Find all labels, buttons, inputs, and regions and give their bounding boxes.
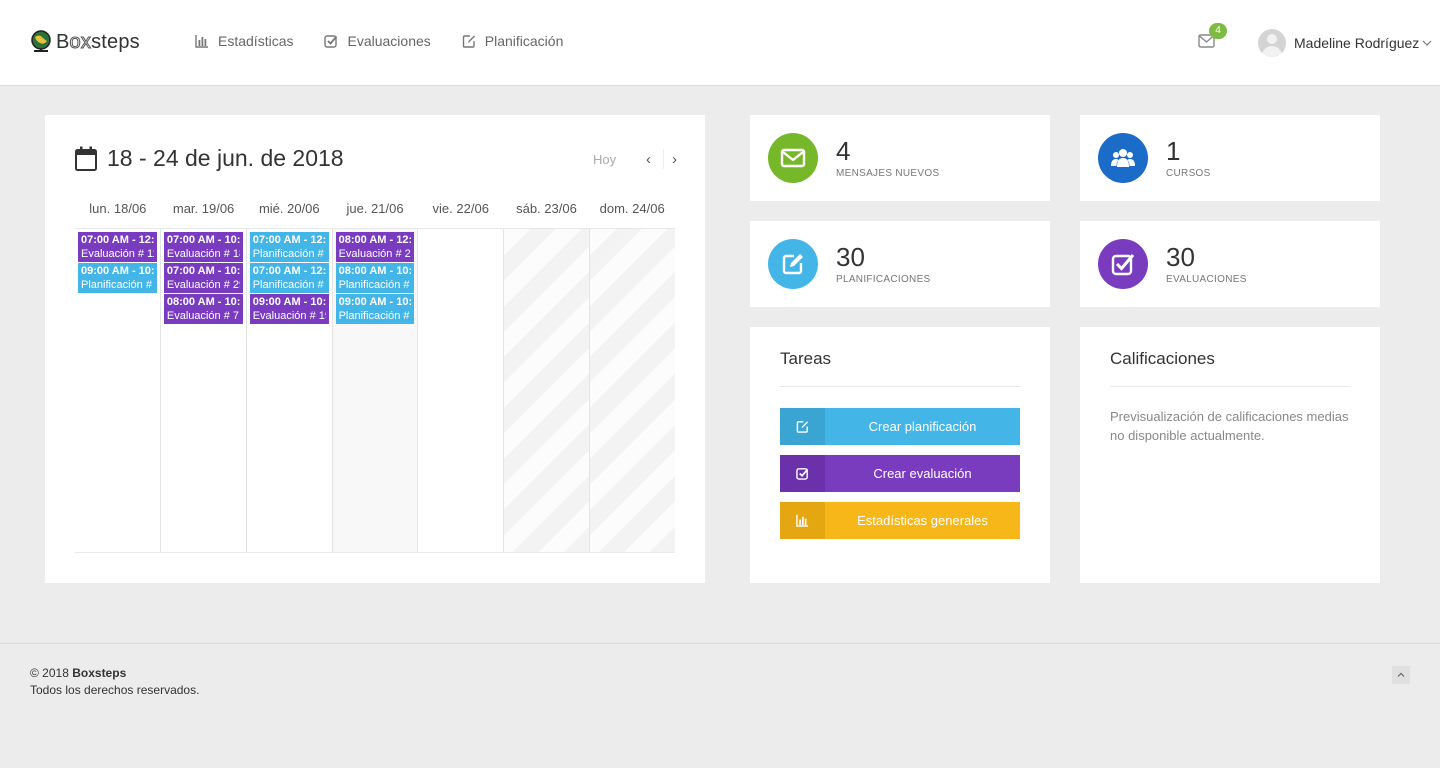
general-stats-button[interactable]: Estadísticas generales [780,502,1020,539]
grades-message: Previsualización de calificaciones media… [1110,409,1349,443]
day-header: mié. 20/06 [258,201,320,216]
button-label: Crear evaluación [873,466,972,481]
day-column[interactable] [417,229,503,552]
day-column[interactable]: 07:00 AM - 10: Evaluación # 18 07:00 AM -… [159,229,246,552]
calendar-header: 18 - 24 de jun. de 2018 [75,145,344,172]
nav-item-estadisticas[interactable]: Estadísticas [195,33,293,49]
day-header: sáb. 23/06 [516,201,577,216]
nav-item-planificacion[interactable]: Planificación [462,33,564,49]
stat-icon-circle [1098,133,1148,183]
tasks-title: Tareas [780,349,832,368]
stat-icon-circle [1098,239,1148,289]
stat-label: EVALUACIONES [1166,274,1247,285]
stat-label: CURSOS [1166,168,1211,179]
footer: © 2018 Boxsteps Todos los derechos reser… [0,643,1440,768]
nav-item-evaluaciones[interactable]: Evaluaciones [324,33,431,49]
day-header: lun. 18/06 [89,201,147,216]
day-header: jue. 21/06 [346,201,404,216]
button-label: Estadísticas generales [857,513,988,528]
calendar-icon [75,146,97,171]
create-evaluation-button[interactable]: Crear evaluación [780,455,1020,492]
next-week-button[interactable]: › [672,151,677,168]
calendar-event[interactable]: 08:00 AM - 12: Evaluación # 2 [335,232,415,262]
chevron-up-icon [1397,672,1405,677]
nav-divider [663,149,664,169]
button-icon-box [780,408,825,445]
user-name: Madeline Rodríguez [1294,35,1420,51]
rights-text: Todos los derechos reservados. [30,683,200,697]
calendar-day-headers: lun. 18/06 mar. 19/06 mié. 20/06 jue. 21… [75,201,675,216]
check-square-icon [796,468,809,480]
check-square-icon [1111,254,1135,276]
day-column-weekend[interactable] [589,229,676,552]
nav-label: Evaluaciones [347,33,431,49]
calendar-grid: 07:00 AM - 12: Evaluación # 11 09:00 AM -… [75,228,676,553]
stat-icon-circle [768,239,818,289]
button-icon-box [780,502,825,539]
stat-label: PLANIFICACIONES [836,274,931,285]
tasks-panel: Tareas Crear planificación Crear evaluac… [750,327,1050,583]
day-header: vie. 22/06 [432,201,489,216]
stat-label: MENSAJES NUEVOS [836,168,940,179]
stat-card-messages[interactable]: 4 MENSAJES NUEVOS [750,115,1050,201]
calendar-event[interactable]: 07:00 AM - 10: Evaluación # 18 [163,232,243,262]
chevron-down-icon [1422,40,1432,46]
edit-icon [782,254,803,275]
today-button[interactable]: Hoy [593,152,616,167]
calendar-event[interactable]: 07:00 AM - 12: Planificación # [249,232,329,262]
stat-value: 1 [1166,136,1181,166]
day-header: dom. 24/06 [599,201,665,216]
calendar-panel: 18 - 24 de jun. de 2018 Hoy ‹ › lun. 18/… [45,115,705,583]
envelope-icon [780,148,806,168]
button-icon-box [780,455,825,492]
grades-title: Calificaciones [1110,349,1215,368]
day-column[interactable]: 07:00 AM - 12: Evaluación # 11 09:00 AM -… [75,229,160,552]
day-header: mar. 19/06 [172,201,235,216]
brand-logo[interactable]: Boxsteps [30,28,140,56]
notification-badge: 4 [1209,23,1227,39]
scroll-to-top-button[interactable] [1392,666,1410,684]
stat-card-evaluations[interactable]: 30 EVALUACIONES [1080,221,1380,307]
copyright: © 2018 Boxsteps [30,666,127,680]
globe-icon [31,30,51,52]
day-column[interactable]: 07:00 AM - 12: Planificación # 07:00 AM -… [245,229,332,552]
users-icon [1111,149,1135,167]
day-column-today[interactable]: 08:00 AM - 12: Evaluación # 2 08:00 AM - … [331,229,418,552]
edit-icon [796,421,809,433]
stat-value: 30 [1166,242,1195,272]
brand-name: Boxsteps [56,30,140,53]
edit-icon [462,35,475,48]
calendar-event[interactable]: 07:00 AM - 12: Planificación # [249,263,329,293]
calendar-event[interactable]: 09:00 AM - 10: Evaluación # 19 [249,294,329,324]
grades-panel: Calificaciones Previsualización de calif… [1080,327,1380,583]
stat-icon-circle [768,133,818,183]
nav-label: Estadísticas [218,33,294,49]
calendar-event[interactable]: 07:00 AM - 12: Evaluación # 11 [78,232,157,262]
calendar-event[interactable]: 08:00 AM - 10: Planificación # [335,263,415,293]
bar-chart-icon [796,514,809,527]
top-navbar: Boxsteps Estadísticas Evaluaciones Plani… [0,0,1440,86]
nav-label: Planificación [484,33,564,49]
prev-week-button[interactable]: ‹ [646,151,651,168]
calendar-event[interactable]: 07:00 AM - 10: Evaluación # 29 [163,263,243,293]
user-menu[interactable]: Madeline Rodríguez [1258,29,1432,57]
stat-card-courses[interactable]: 1 CURSOS [1080,115,1380,201]
stat-value: 4 [836,136,851,166]
calendar-event[interactable]: 08:00 AM - 10: Evaluación # 7 [163,294,243,324]
calendar-event[interactable]: 09:00 AM - 10: Planificación # [335,294,415,324]
check-square-icon [324,35,338,48]
bar-chart-icon [195,35,208,48]
button-label: Crear planificación [868,419,977,434]
stat-value: 30 [836,242,865,272]
calendar-title: 18 - 24 de jun. de 2018 [107,145,344,171]
main-nav: Estadísticas Evaluaciones Planificación [195,33,594,49]
day-column-weekend[interactable] [503,229,590,552]
create-plan-button[interactable]: Crear planificación [780,408,1020,445]
stat-card-plans[interactable]: 30 PLANIFICACIONES [750,221,1050,307]
avatar [1258,29,1286,57]
divider [1110,386,1350,387]
calendar-event[interactable]: 09:00 AM - 10: Planificación # [78,263,157,293]
divider [780,386,1020,387]
